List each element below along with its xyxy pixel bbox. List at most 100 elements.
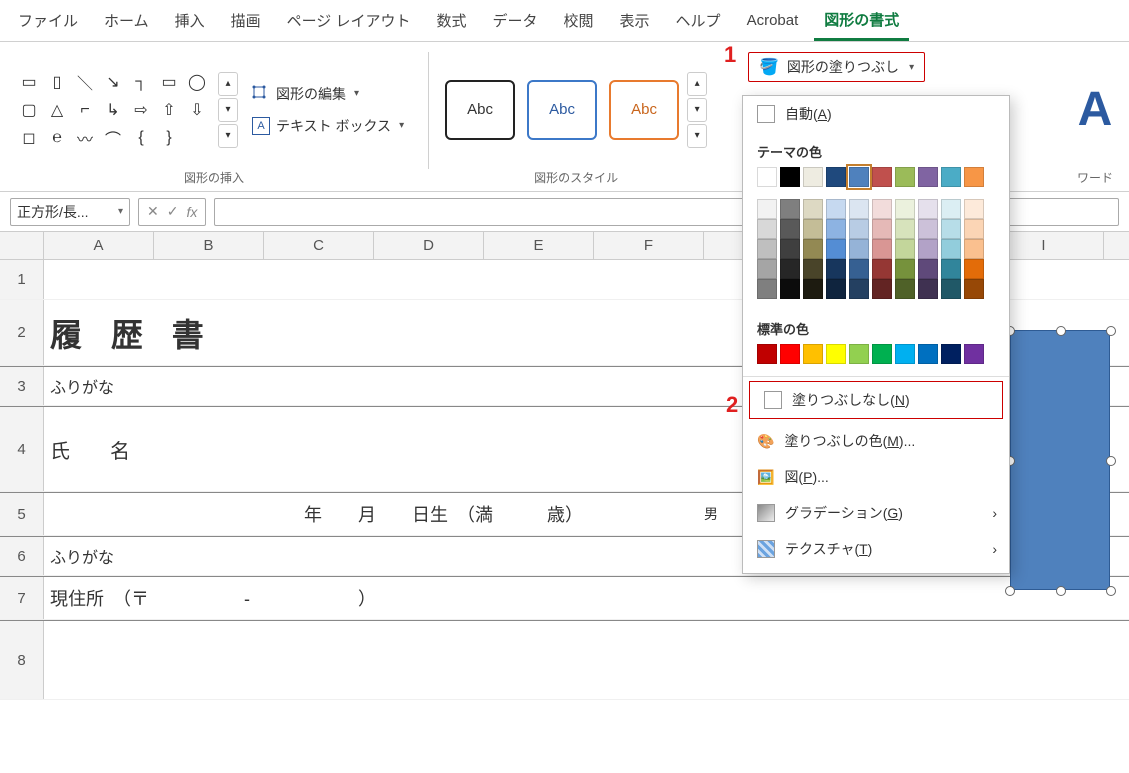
color-swatch[interactable] [918,259,938,279]
style-gallery[interactable]: Abc Abc Abc [445,80,679,140]
color-swatch[interactable] [803,239,823,259]
row-2[interactable]: 2 [0,300,44,365]
color-swatch[interactable] [941,239,961,259]
row-4[interactable]: 4 [0,407,44,491]
textbox-button[interactable]: A テキスト ボックス ▾ [244,112,412,140]
col-B[interactable]: B [154,232,264,259]
color-swatch[interactable] [757,344,777,364]
shape-textbox-v-icon[interactable]: ▯ [44,69,70,95]
select-all-corner[interactable] [0,232,44,259]
shape-rarrow-icon[interactable]: ⇨ [128,97,154,123]
shape-curve-icon[interactable]: ℮ [44,125,70,151]
color-swatch[interactable] [941,199,961,219]
texture-fill-item[interactable]: テクスチャ(T) › [743,531,1009,567]
style-up-button[interactable]: ▴ [687,72,707,96]
color-swatch[interactable] [757,239,777,259]
edit-shape-button[interactable]: 図形の編集 ▾ [244,80,412,108]
resize-handle[interactable] [1005,586,1015,596]
name-box[interactable]: 正方形/長... ▾ [10,198,130,226]
color-swatch[interactable] [780,259,800,279]
color-swatch[interactable] [918,239,938,259]
shape-rect-icon[interactable]: ▭ [156,69,182,95]
color-swatch[interactable] [941,167,961,187]
resize-handle[interactable] [1056,586,1066,596]
tab-formulas[interactable]: 数式 [426,2,476,39]
color-swatch[interactable] [872,239,892,259]
color-swatch[interactable] [757,259,777,279]
resize-handle[interactable] [1106,586,1116,596]
color-swatch[interactable] [872,199,892,219]
shape-roundrect-icon[interactable]: ▢ [16,97,42,123]
color-swatch[interactable] [872,259,892,279]
shape-tab-icon[interactable]: ◻ [16,125,42,151]
color-swatch[interactable] [872,344,892,364]
color-swatch[interactable] [757,167,777,187]
col-F[interactable]: F [594,232,704,259]
color-swatch[interactable] [803,279,823,299]
shape-oval-icon[interactable]: ◯ [184,69,210,95]
tab-home[interactable]: ホーム [94,2,159,39]
color-swatch[interactable] [964,344,984,364]
col-E[interactable]: E [484,232,594,259]
gallery-up-button[interactable]: ▴ [218,72,238,96]
color-swatch[interactable] [803,259,823,279]
color-swatch[interactable] [849,167,869,187]
color-swatch[interactable] [964,239,984,259]
shape-textbox-h-icon[interactable]: ▭ [16,69,42,95]
color-swatch[interactable] [964,279,984,299]
color-swatch[interactable] [780,279,800,299]
tab-review[interactable]: 校閲 [554,2,604,39]
color-swatch[interactable] [803,167,823,187]
picture-fill-item[interactable]: 🖼️ 図(P)... [743,459,1009,495]
tab-view[interactable]: 表示 [610,2,660,39]
tab-acrobat[interactable]: Acrobat [737,4,809,37]
wordart-icon[interactable]: A [1078,86,1113,134]
color-swatch[interactable] [780,239,800,259]
shape-triangle-icon[interactable]: △ [44,97,70,123]
color-swatch[interactable] [757,219,777,239]
color-swatch[interactable] [757,199,777,219]
color-swatch[interactable] [780,219,800,239]
color-swatch[interactable] [826,344,846,364]
color-swatch[interactable] [918,279,938,299]
color-swatch[interactable] [941,344,961,364]
color-swatch[interactable] [964,199,984,219]
color-swatch[interactable] [941,279,961,299]
color-swatch[interactable] [803,344,823,364]
cancel-button[interactable]: ✕ [147,203,159,220]
shape-l-icon[interactable]: ⌐ [72,97,98,123]
shape-arrowline-icon[interactable]: ↘ [100,69,126,95]
style-preset-3[interactable]: Abc [609,80,679,140]
row-1[interactable]: 1 [0,260,44,299]
color-swatch[interactable] [757,279,777,299]
resize-handle[interactable] [1106,456,1116,466]
shape-downarrow-icon[interactable]: ⇩ [184,97,210,123]
color-swatch[interactable] [895,167,915,187]
color-swatch[interactable] [849,259,869,279]
color-swatch[interactable] [826,167,846,187]
color-swatch[interactable] [803,219,823,239]
chevron-down-icon[interactable]: ▾ [118,206,123,217]
col-D[interactable]: D [374,232,484,259]
color-swatch[interactable] [964,167,984,187]
color-swatch[interactable] [895,199,915,219]
color-swatch[interactable] [895,259,915,279]
resize-handle[interactable] [1106,326,1116,336]
tab-help[interactable]: ヘルプ [666,2,731,39]
color-swatch[interactable] [780,344,800,364]
color-swatch[interactable] [918,199,938,219]
more-fill-colors-item[interactable]: 🎨 塗りつぶしの色(M)... [743,423,1009,459]
color-swatch[interactable] [780,199,800,219]
color-swatch[interactable] [826,199,846,219]
color-swatch[interactable] [895,279,915,299]
row-7[interactable]: 7 [0,577,44,619]
color-swatch[interactable] [780,167,800,187]
col-A[interactable]: A [44,232,154,259]
row-8[interactable]: 8 [0,621,44,699]
color-swatch[interactable] [872,219,892,239]
shape-lbrace-icon[interactable]: { [128,125,154,151]
color-swatch[interactable] [849,279,869,299]
style-more-button[interactable]: ▾ [687,124,707,148]
fx-button[interactable]: fx [186,204,197,220]
color-swatch[interactable] [895,239,915,259]
